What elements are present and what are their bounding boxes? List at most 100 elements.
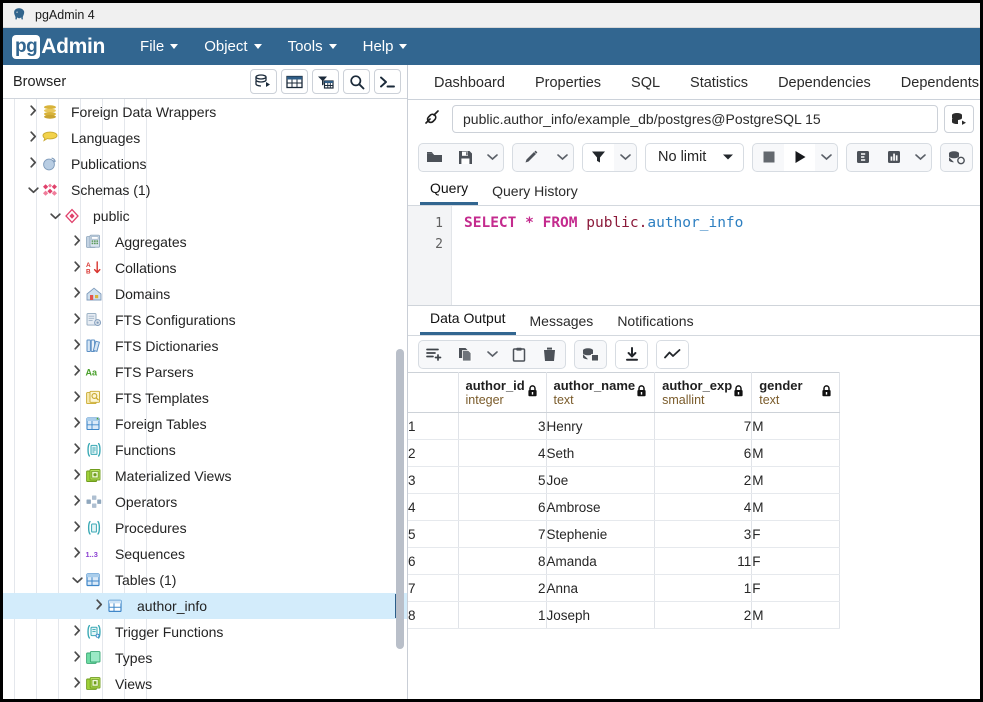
cell-author_name[interactable]: Joe	[546, 467, 655, 494]
table-row[interactable]: 24Seth6M	[408, 440, 840, 467]
tree-item-languages[interactable]: Languages	[3, 125, 407, 151]
chevron-right-icon[interactable]	[25, 105, 41, 119]
cell-author_exp[interactable]: 7	[655, 413, 752, 440]
cell-author_id[interactable]: 8	[458, 548, 546, 575]
graph-visualiser-icon[interactable]	[657, 341, 688, 368]
tree-item-schemas-1[interactable]: Schemas (1)	[3, 177, 407, 203]
cell-author_id[interactable]: 5	[458, 467, 546, 494]
paste-icon[interactable]	[503, 341, 534, 368]
cell-author_id[interactable]: 1	[458, 602, 546, 629]
chevron-right-icon[interactable]	[91, 599, 107, 613]
result-tab-messages[interactable]: Messages	[520, 310, 604, 335]
chevron-right-icon[interactable]	[25, 157, 41, 171]
query-tool-icon[interactable]	[250, 69, 277, 94]
cell-author_id[interactable]: 6	[458, 494, 546, 521]
execute-chevron-icon[interactable]	[815, 153, 837, 161]
view-data-icon[interactable]	[281, 69, 308, 94]
database-connect-icon[interactable]	[944, 105, 974, 133]
edit-chevron-icon[interactable]	[551, 153, 573, 161]
cell-author_exp[interactable]: 1	[655, 575, 752, 602]
tree-item-materialized-views[interactable]: Materialized Views	[3, 463, 407, 489]
chevron-right-icon[interactable]	[69, 313, 85, 327]
cell-author_name[interactable]: Anna	[546, 575, 655, 602]
chevron-right-icon[interactable]	[69, 235, 85, 249]
search-icon[interactable]	[343, 69, 370, 94]
stop-icon[interactable]	[753, 144, 784, 171]
cell-author_exp[interactable]: 3	[655, 521, 752, 548]
tree-item-public[interactable]: public	[3, 203, 407, 229]
cell-author_id[interactable]: 7	[458, 521, 546, 548]
query-tab-query[interactable]: Query	[420, 177, 478, 205]
tree-item-fts-templates[interactable]: FTS Templates	[3, 385, 407, 411]
cell-gender[interactable]: M	[752, 602, 840, 629]
cell-author_name[interactable]: Henry	[546, 413, 655, 440]
tree-item-fts-parsers[interactable]: AaFTS Parsers	[3, 359, 407, 385]
connection-string[interactable]: public.author_info/example_db/postgres@P…	[452, 105, 938, 133]
explain-chevron-icon[interactable]	[909, 153, 931, 161]
tree-item-fts-dictionaries[interactable]: FTS Dictionaries	[3, 333, 407, 359]
table-row[interactable]: 81Joseph2M	[408, 602, 840, 629]
tree-item-publications[interactable]: Publications	[3, 151, 407, 177]
chevron-right-icon[interactable]	[69, 261, 85, 275]
cell-author_name[interactable]: Joseph	[546, 602, 655, 629]
chevron-right-icon[interactable]	[69, 495, 85, 509]
menu-help[interactable]: Help	[350, 34, 421, 59]
tree-item-types[interactable]: Types	[3, 645, 407, 671]
save-file-icon[interactable]	[450, 144, 481, 171]
object-tabs[interactable]: DashboardPropertiesSQLStatisticsDependen…	[408, 65, 980, 100]
grid-column-header-gender[interactable]: gendertext	[752, 373, 840, 413]
tree-item-trigger-functions[interactable]: Trigger Functions	[3, 619, 407, 645]
table-row[interactable]: 13Henry7M	[408, 413, 840, 440]
cell-gender[interactable]: M	[752, 494, 840, 521]
copy-icon[interactable]	[450, 341, 481, 368]
chevron-right-icon[interactable]	[69, 391, 85, 405]
cell-author_exp[interactable]: 2	[655, 467, 752, 494]
cell-author_id[interactable]: 4	[458, 440, 546, 467]
chevron-right-icon[interactable]	[25, 131, 41, 145]
chevron-right-icon[interactable]	[69, 651, 85, 665]
chevron-right-icon[interactable]	[69, 287, 85, 301]
object-tab-properties[interactable]: Properties	[521, 70, 615, 99]
object-tab-statistics[interactable]: Statistics	[676, 70, 762, 99]
cell-author_id[interactable]: 2	[458, 575, 546, 602]
tree-item-domains[interactable]: Domains	[3, 281, 407, 307]
tree-item-sequences[interactable]: 1..3Sequences	[3, 541, 407, 567]
chevron-down-icon[interactable]	[69, 573, 85, 587]
table-row[interactable]: 35Joe2M	[408, 467, 840, 494]
cell-author_name[interactable]: Seth	[546, 440, 655, 467]
tree-item-foreign-data-wrappers[interactable]: Foreign Data Wrappers	[3, 99, 407, 125]
sql-editor[interactable]: 1 2 SELECT * FROM public.author_info	[408, 206, 980, 306]
table-row[interactable]: 57Stephenie3F	[408, 521, 840, 548]
data-grid-container[interactable]: author_idintegerauthor_nametextauthor_ex…	[408, 372, 980, 699]
tree-item-aggregates[interactable]: Aggregates	[3, 229, 407, 255]
cell-author_name[interactable]: Amanda	[546, 548, 655, 575]
query-tabs[interactable]: QueryQuery History	[408, 176, 980, 206]
terminal-icon[interactable]	[374, 69, 401, 94]
cell-author_exp[interactable]: 4	[655, 494, 752, 521]
object-tab-dashboard[interactable]: Dashboard	[420, 70, 519, 99]
cell-author_id[interactable]: 3	[458, 413, 546, 440]
delete-row-icon[interactable]	[534, 341, 565, 368]
result-tab-data-output[interactable]: Data Output	[420, 307, 516, 335]
cell-author_exp[interactable]: 2	[655, 602, 752, 629]
chevron-right-icon[interactable]	[69, 443, 85, 457]
explain-icon[interactable]	[847, 144, 878, 171]
chevron-right-icon[interactable]	[69, 677, 85, 691]
tree-item-procedures[interactable]: Procedures	[3, 515, 407, 541]
cell-gender[interactable]: M	[752, 440, 840, 467]
cell-gender[interactable]: M	[752, 467, 840, 494]
sql-code[interactable]: SELECT * FROM public.author_info	[452, 206, 743, 305]
cell-gender[interactable]: M	[752, 413, 840, 440]
chevron-right-icon[interactable]	[69, 417, 85, 431]
chevron-right-icon[interactable]	[69, 339, 85, 353]
cell-gender[interactable]: F	[752, 521, 840, 548]
macros-icon[interactable]	[941, 144, 972, 171]
filter-icon[interactable]	[583, 144, 614, 171]
filtered-rows-icon[interactable]	[312, 69, 339, 94]
tree-item-views[interactable]: Views	[3, 671, 407, 697]
tree-item-functions[interactable]: Functions	[3, 437, 407, 463]
chevron-right-icon[interactable]	[69, 521, 85, 535]
open-file-icon[interactable]	[419, 144, 450, 171]
object-tab-sql[interactable]: SQL	[617, 70, 674, 99]
row-limit-select[interactable]: No limit	[645, 143, 744, 172]
